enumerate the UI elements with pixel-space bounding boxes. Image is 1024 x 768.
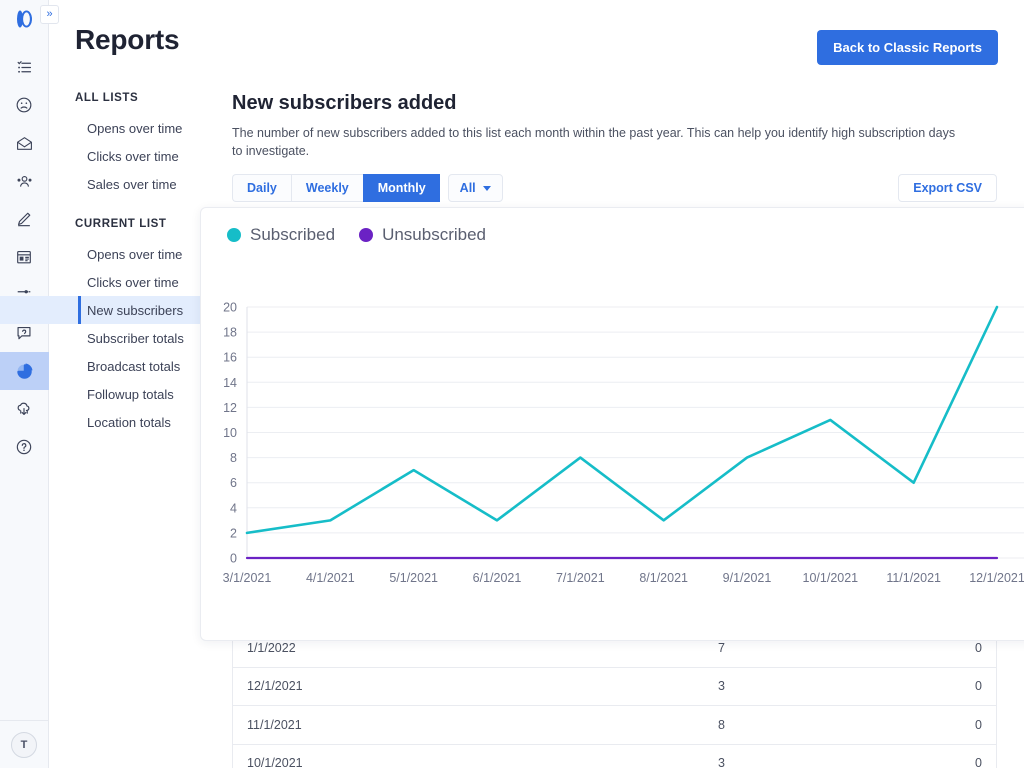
x-axis-tick: 5/1/2021 <box>389 571 438 585</box>
chart-plot-area: 0 2 4 6 8 10 12 14 16 18 20 3/1/2021 4/1/2021 5/1/202… <box>201 245 1024 620</box>
account-area[interactable]: T <box>0 720 49 768</box>
chevron-down-icon <box>483 186 491 191</box>
list-icon <box>16 59 33 76</box>
line-chart-svg[interactable]: 0 2 4 6 8 10 12 14 16 18 20 3/1/2021 4/1/2021 5/1/202… <box>201 245 1024 620</box>
cell-unsubscribed: 0 <box>858 756 996 768</box>
y-axis-tick: 16 <box>223 351 237 365</box>
sidebar-item-clicks-over-time-current[interactable]: Clicks over time <box>0 268 200 296</box>
sidebar-item-followup-totals[interactable]: Followup totals <box>0 380 200 408</box>
tab-daily[interactable]: Daily <box>232 174 291 202</box>
sidebar-item-lists[interactable] <box>0 48 49 86</box>
cell-subscribed: 7 <box>718 641 858 655</box>
cell-unsubscribed: 0 <box>858 679 996 693</box>
sidebar-item-opens-over-time-current[interactable]: Opens over time <box>0 240 200 268</box>
nav-label: Sales over time <box>87 177 177 192</box>
report-controls: Daily Weekly Monthly All Export CSV <box>232 174 997 202</box>
sidebar-collapse-button[interactable]: » <box>40 5 59 24</box>
report-main: New subscribers added The number of new … <box>232 92 997 217</box>
x-axis-tick: 10/1/2021 <box>803 571 859 585</box>
cell-date: 10/1/2021 <box>233 756 718 768</box>
export-csv-button[interactable]: Export CSV <box>898 174 997 202</box>
range-tab-group: Daily Weekly Monthly All <box>232 174 503 202</box>
cell-subscribed: 8 <box>718 718 858 732</box>
x-axis-tick: 9/1/2021 <box>723 571 772 585</box>
sidebar-item-subscriber-totals[interactable]: Subscriber totals <box>0 324 200 352</box>
report-title: New subscribers added <box>232 92 997 115</box>
legend-dot-subscribed <box>227 228 241 242</box>
y-axis-tick: 0 <box>230 552 237 566</box>
nav-label: Clicks over time <box>87 149 179 164</box>
y-axis-tick: 10 <box>223 426 237 440</box>
tab-weekly[interactable]: Weekly <box>291 174 363 202</box>
cell-date: 11/1/2021 <box>233 718 718 732</box>
y-axis-tick: 20 <box>223 301 237 315</box>
table-row[interactable]: 12/1/2021 3 0 <box>232 668 997 707</box>
x-axis-tick: 3/1/2021 <box>223 571 272 585</box>
y-axis-tick: 2 <box>230 526 237 540</box>
table-row[interactable]: 10/1/2021 3 0 <box>232 745 997 768</box>
sidebar-item-new-subscribers[interactable]: New subscribers <box>0 296 200 324</box>
nav-heading-all-lists: ALL LISTS <box>0 92 200 104</box>
legend-item-unsubscribed[interactable]: Unsubscribed <box>359 225 486 245</box>
nav-label: Followup totals <box>87 387 174 402</box>
y-axis-tick: 12 <box>223 401 237 415</box>
legend-dot-unsubscribed <box>359 228 373 242</box>
nav-label: Opens over time <box>87 121 182 136</box>
x-axis-tick: 12/1/2021 <box>969 571 1024 585</box>
x-axis-tick: 7/1/2021 <box>556 571 605 585</box>
cell-subscribed: 3 <box>718 756 858 768</box>
x-axis-tick: 6/1/2021 <box>473 571 522 585</box>
x-axis-tick: 8/1/2021 <box>639 571 688 585</box>
all-dropdown-label: All <box>460 181 476 195</box>
cell-unsubscribed: 0 <box>858 718 996 732</box>
nav-label: Subscriber totals <box>87 331 184 346</box>
nav-label: Opens over time <box>87 247 182 262</box>
chevron-double-right-icon: » <box>46 9 52 20</box>
sidebar-item-sales-over-time-all[interactable]: Sales over time <box>0 170 200 198</box>
legend-label-subscribed: Subscribed <box>250 225 335 245</box>
cell-date: 12/1/2021 <box>233 679 718 693</box>
page-title: Reports <box>75 24 179 56</box>
table-row[interactable]: 11/1/2021 8 0 <box>232 706 997 745</box>
help-circle-icon <box>15 438 33 456</box>
avatar[interactable]: T <box>11 732 37 758</box>
nav-heading-current-list: CURRENT LIST <box>0 218 200 230</box>
cell-subscribed: 3 <box>718 679 858 693</box>
cell-unsubscribed: 0 <box>858 641 996 655</box>
all-dropdown[interactable]: All <box>448 174 503 202</box>
y-axis-tick: 8 <box>230 451 237 465</box>
nav-label: New subscribers <box>87 303 183 318</box>
report-description: The number of new subscribers added to t… <box>232 124 962 160</box>
x-axis-tick: 11/1/2021 <box>886 571 941 585</box>
nav-label: Clicks over time <box>87 275 179 290</box>
legend-item-subscribed[interactable]: Subscribed <box>227 225 335 245</box>
tab-monthly[interactable]: Monthly <box>363 174 440 202</box>
chart-legend: Subscribed Unsubscribed <box>201 208 1024 245</box>
sidebar-item-clicks-over-time-all[interactable]: Clicks over time <box>0 142 200 170</box>
sidebar-item-broadcast-totals[interactable]: Broadcast totals <box>0 352 200 380</box>
back-to-classic-reports-button[interactable]: Back to Classic Reports <box>817 30 998 65</box>
y-axis-tick: 14 <box>223 376 237 390</box>
cell-date: 1/1/2022 <box>233 641 718 655</box>
report-table: 1/1/2022 7 0 12/1/2021 3 0 11/1/2021 8 0… <box>232 628 997 768</box>
report-sidenav: ALL LISTS Opens over time Clicks over ti… <box>0 92 200 436</box>
y-axis-tick: 6 <box>230 476 237 490</box>
chart-card: Subscribed Unsubscribed 0 2 4 6 8 10 12 14 16 18 2… <box>200 207 1024 641</box>
reports-page: T » Reports Back to Classic Reports ALL … <box>0 0 1024 768</box>
nav-label: Location totals <box>87 415 171 430</box>
sidebar-item-opens-over-time-all[interactable]: Opens over time <box>0 114 200 142</box>
nav-label: Broadcast totals <box>87 359 180 374</box>
y-axis-tick: 18 <box>223 326 237 340</box>
chart-series-subscribed <box>247 307 997 533</box>
sidebar-item-location-totals[interactable]: Location totals <box>0 408 200 436</box>
x-axis-tick: 4/1/2021 <box>306 571 355 585</box>
legend-label-unsubscribed: Unsubscribed <box>382 225 486 245</box>
y-axis-tick: 4 <box>230 501 237 515</box>
